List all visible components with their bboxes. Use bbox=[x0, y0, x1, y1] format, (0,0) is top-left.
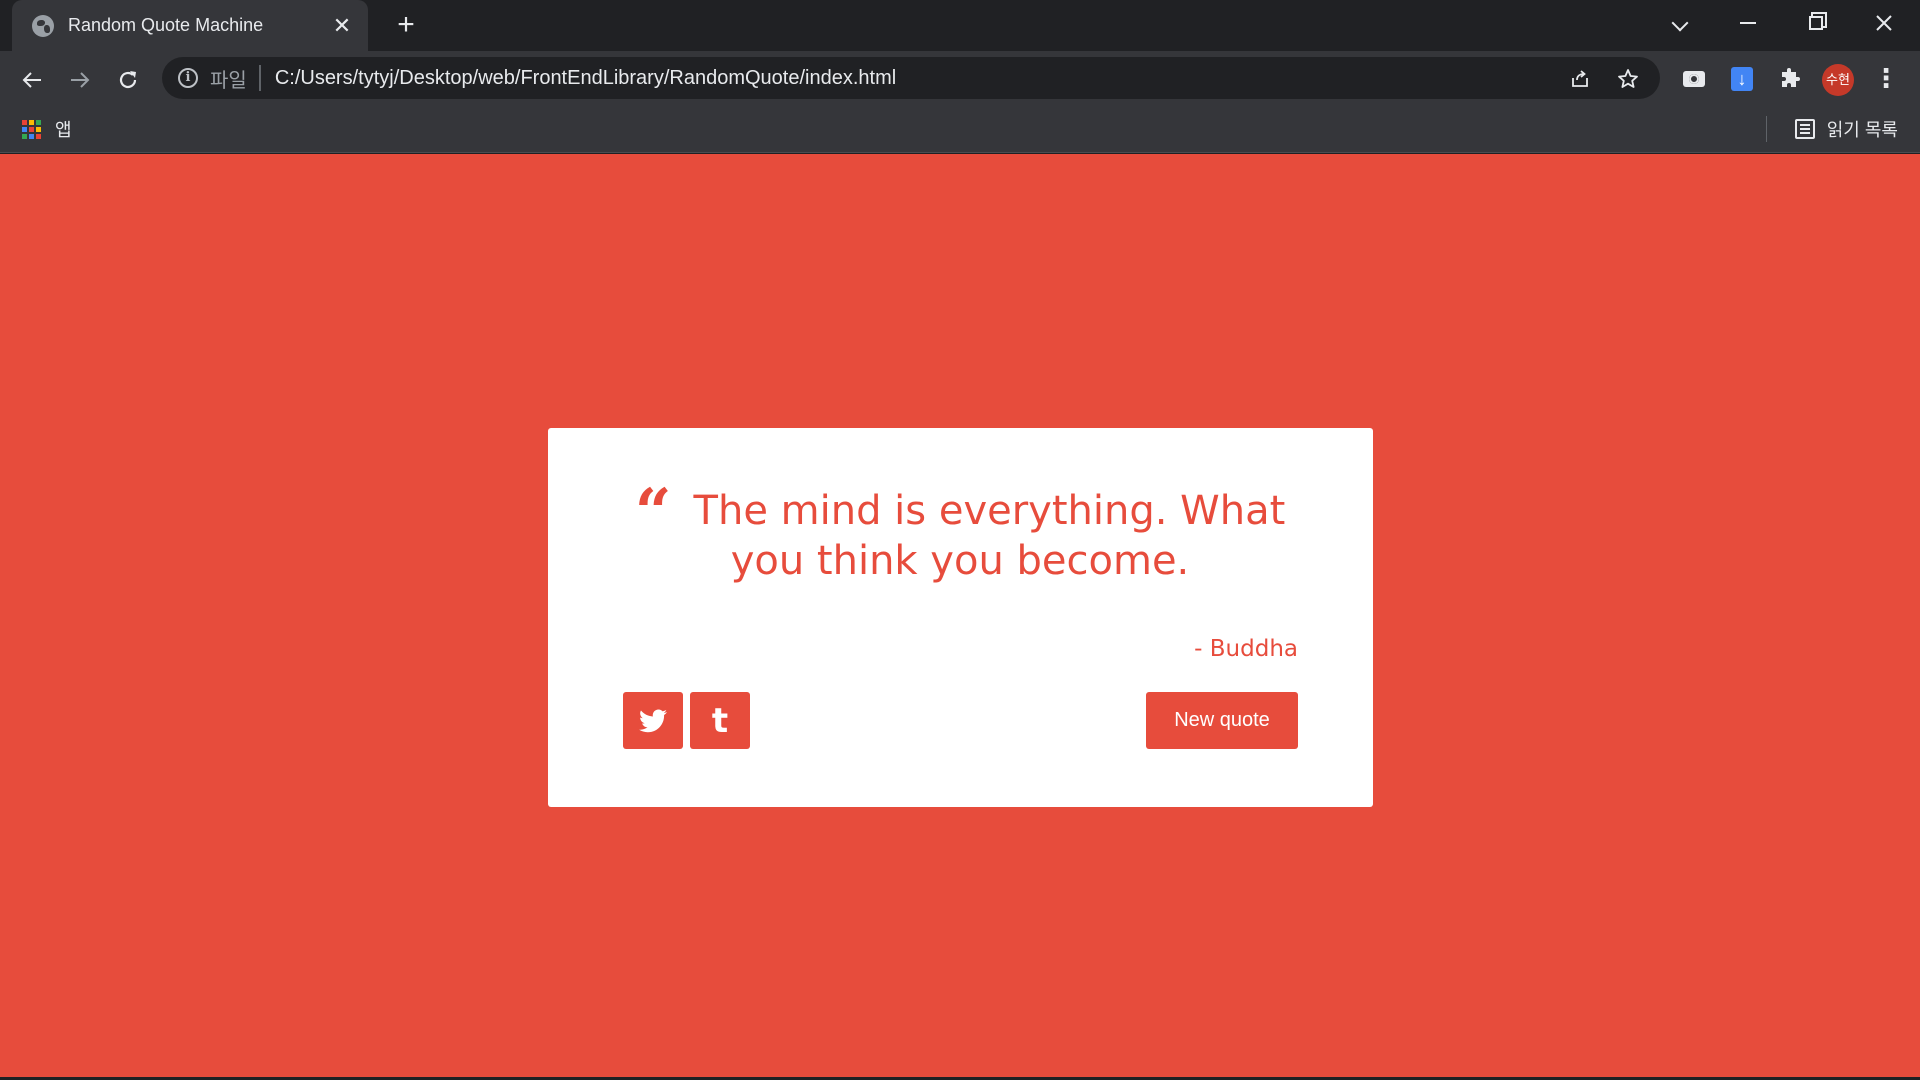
minimize-button[interactable] bbox=[1728, 4, 1768, 40]
quote-left-icon: “ bbox=[634, 475, 672, 550]
tumblr-icon: t bbox=[711, 700, 729, 741]
tab-search-button[interactable] bbox=[1660, 4, 1700, 40]
reload-icon bbox=[119, 70, 137, 88]
tab-title: Random Quote Machine bbox=[68, 15, 264, 35]
reading-list-button[interactable]: 읽기 목록 bbox=[1794, 116, 1898, 142]
new-quote-button[interactable]: New quote bbox=[1146, 692, 1298, 749]
reading-list-icon bbox=[1794, 119, 1815, 139]
close-icon bbox=[1876, 15, 1892, 31]
camera-icon bbox=[1683, 71, 1705, 88]
tab-random-quote-machine[interactable]: Random Quote Machine ✕ bbox=[12, 0, 368, 51]
bookmarks-divider bbox=[1766, 116, 1767, 142]
globe-icon bbox=[32, 14, 54, 37]
quote-box: “ The mind is everything. What you think … bbox=[548, 428, 1373, 807]
url-text[interactable]: C:/Users/tytyj/Desktop/web/FrontEndLibra… bbox=[275, 67, 1548, 90]
bookmarks-bar: 앱 읽기 목록 bbox=[0, 106, 1920, 153]
quote-body: The mind is everything. What you think y… bbox=[693, 488, 1286, 584]
restore-button[interactable] bbox=[1796, 4, 1836, 40]
share-icon[interactable] bbox=[1564, 62, 1596, 94]
screenshot-extension-button[interactable] bbox=[1676, 60, 1712, 96]
tweet-quote-button[interactable] bbox=[623, 692, 683, 749]
close-tab-icon[interactable]: ✕ bbox=[330, 14, 354, 37]
profile-avatar[interactable]: 수현 bbox=[1822, 64, 1854, 96]
tumblr-quote-button[interactable]: t bbox=[690, 692, 750, 749]
apps-grid-icon bbox=[22, 119, 41, 139]
apps-label: 앱 bbox=[55, 120, 72, 140]
bookmark-star-icon[interactable] bbox=[1612, 62, 1644, 94]
quote-author: - Buddha bbox=[1194, 636, 1298, 662]
omnibox-divider bbox=[258, 65, 261, 91]
arrow-right-icon bbox=[71, 72, 90, 88]
info-icon[interactable]: i bbox=[178, 68, 198, 88]
back-button[interactable] bbox=[14, 60, 50, 96]
chevron-down-icon bbox=[1671, 14, 1689, 32]
extensions-button[interactable] bbox=[1772, 60, 1808, 96]
more-menu-icon[interactable]: ⋮ bbox=[1868, 60, 1904, 96]
forward-button[interactable] bbox=[62, 60, 98, 96]
puzzle-icon bbox=[1782, 68, 1800, 88]
reload-button[interactable] bbox=[110, 60, 146, 96]
minimize-icon bbox=[1740, 22, 1756, 25]
quote-text: “ The mind is everything. What you think … bbox=[620, 475, 1300, 586]
arrow-left-icon bbox=[22, 72, 41, 88]
tab-strip: Random Quote Machine ✕ + bbox=[0, 0, 1920, 51]
apps-shortcut[interactable]: 앱 bbox=[22, 116, 72, 142]
browser-toolbar: i 파일 C:/Users/tytyj/Desktop/web/FrontEnd… bbox=[0, 51, 1920, 106]
twitter-icon bbox=[639, 708, 667, 732]
reading-list-label: 읽기 목록 bbox=[1826, 120, 1898, 140]
restore-icon bbox=[1809, 16, 1823, 31]
page-viewport: “ The mind is everything. What you think … bbox=[0, 154, 1920, 1080]
download-icon: ↓ bbox=[1731, 67, 1753, 92]
download-extension-button[interactable]: ↓ bbox=[1724, 60, 1760, 96]
address-bar[interactable]: i 파일 C:/Users/tytyj/Desktop/web/FrontEnd… bbox=[162, 57, 1660, 99]
new-tab-button[interactable]: + bbox=[390, 9, 422, 41]
close-window-button[interactable] bbox=[1864, 4, 1904, 40]
file-scheme-label: 파일 bbox=[210, 69, 247, 92]
